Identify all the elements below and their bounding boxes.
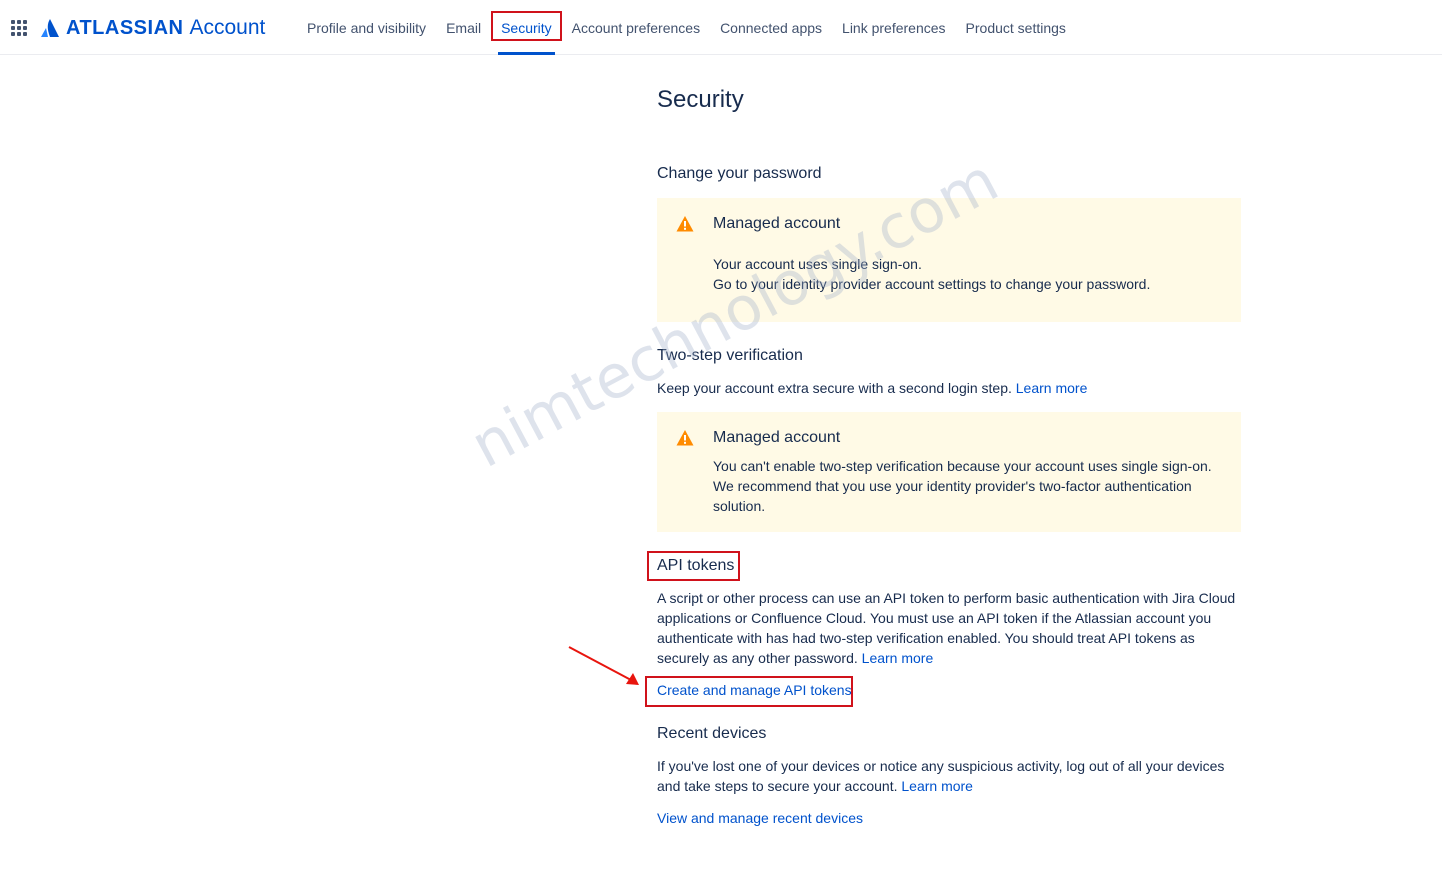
api-tokens-learn-more-link[interactable]: Learn more [862,650,934,666]
tab-security[interactable]: Security [491,0,562,55]
warning-icon [676,216,694,232]
tab-email[interactable]: Email [439,0,488,55]
recent-devices-heading: Recent devices [657,725,767,742]
atlassian-account-logo[interactable]: ATLASSIAN Account [40,14,265,42]
tab-label: Connected apps [720,19,823,36]
tab-label: Product settings [965,19,1066,36]
active-tab-indicator [498,52,555,55]
tab-label: Profile and visibility [307,19,427,36]
tab-label: Email [446,19,482,36]
create-manage-api-tokens-link[interactable]: Create and manage API tokens [657,682,852,698]
notice-text-line1: You can't enable two-step verification b… [713,458,1212,474]
tab-connected-apps[interactable]: Connected apps [713,0,829,55]
annotation-arrow-icon [568,646,639,685]
atlassian-logo-icon [41,19,59,37]
tab-profile-and-visibility[interactable]: Profile and visibility [300,0,433,55]
view-manage-recent-devices-link[interactable]: View and manage recent devices [657,810,863,826]
api-tokens-heading: API tokens [657,557,735,574]
notice-title: Managed account [713,215,841,232]
two-step-description: Keep your account extra secure with a se… [657,378,1241,398]
product-name: Account [189,16,266,39]
tab-link-preferences[interactable]: Link preferences [835,0,953,55]
recent-devices-learn-more-link[interactable]: Learn more [901,778,973,794]
api-tokens-description: A script or other process can use an API… [657,588,1241,668]
description-text: Keep your account extra secure with a se… [657,380,1012,396]
warning-icon [676,430,694,446]
two-step-heading: Two-step verification [657,347,803,364]
tab-label: Link preferences [842,19,946,36]
recent-devices-description: If you've lost one of your devices or no… [657,756,1241,796]
notice-text-line2: We recommend that you use your identity … [713,478,1192,514]
managed-account-notice-two-step: Managed account You can't enable two-ste… [657,412,1241,532]
top-navigation-bar: ATLASSIAN Account Profile and visibility… [0,0,1442,55]
change-password-heading: Change your password [657,165,822,182]
annotation-highlight-box [491,11,562,41]
brand-name: ATLASSIAN [66,16,184,39]
tab-product-settings[interactable]: Product settings [959,0,1073,55]
tab-account-preferences[interactable]: Account preferences [565,0,707,55]
tab-label: Account preferences [571,19,701,36]
notice-title: Managed account [713,429,841,446]
notice-text-line2: Go to your identity provider account set… [713,276,1151,292]
nav-tabs: Profile and visibility Email Security Ac… [300,0,1079,55]
page-title: Security [657,86,744,113]
managed-account-notice-password: Managed account Your account uses single… [657,198,1241,322]
description-text: A script or other process can use an API… [657,590,1236,666]
notice-text-line1: Your account uses single sign-on. [713,256,922,272]
app-switcher-icon[interactable] [11,20,27,36]
two-step-learn-more-link[interactable]: Learn more [1016,380,1088,396]
